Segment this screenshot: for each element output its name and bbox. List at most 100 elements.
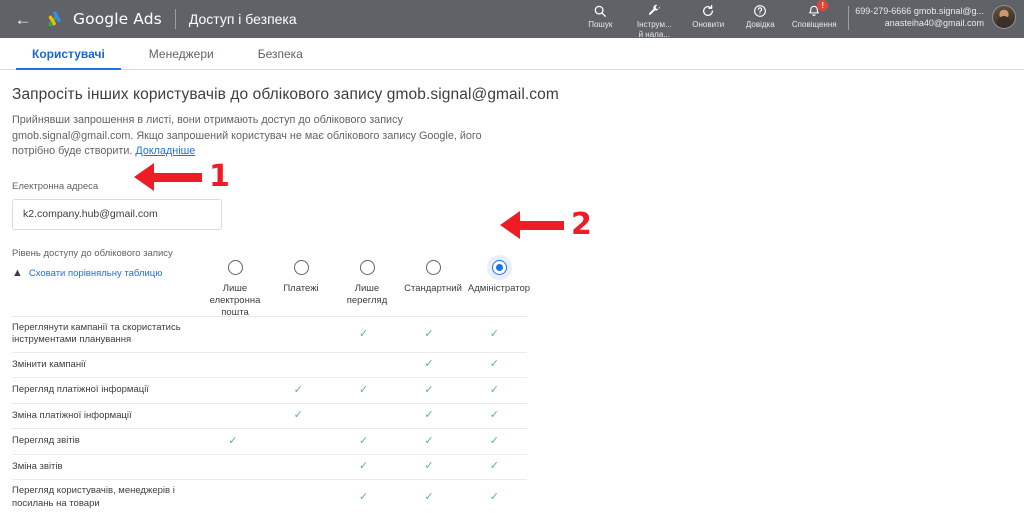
table-row: Змінити кампанії ✓ ✓: [12, 351, 527, 378]
table-cell-check-icon: ✓: [489, 358, 499, 371]
account-line-1: 699-279-6666 gmob.signal@g...: [855, 6, 984, 16]
tab-users-label: Користувачі: [32, 46, 105, 61]
email-input-wrapper: [12, 198, 222, 230]
table-cell-check-icon: ✓: [489, 460, 499, 473]
table-cell-check-icon: ✓: [489, 409, 499, 422]
table-cell-check-icon: ✓: [228, 434, 238, 447]
email-input[interactable]: [12, 198, 222, 230]
radio-administrator-input[interactable]: [491, 259, 507, 275]
topbar-right-group: Пошук Інструм... й нала... Оновити Довід…: [574, 0, 1024, 39]
main-content: Запросіть інших користувачів до обліково…: [0, 70, 1024, 513]
topbar-separator: [848, 6, 850, 30]
radio-standard-input[interactable]: [425, 259, 441, 275]
notification-badge: !: [817, 0, 829, 11]
radio-administrator[interactable]: Адміністратор: [466, 254, 532, 319]
tab-bar: Користувачі Менеджери Безпека: [0, 38, 1024, 70]
search-icon: [593, 3, 607, 18]
access-level-radio-group: Лише електронна пошта Платежі Лише перег…: [202, 254, 532, 319]
radio-read-only[interactable]: Лише перегляд: [334, 259, 400, 319]
tab-managers[interactable]: Менеджери: [127, 38, 236, 69]
header-divider: [174, 9, 176, 29]
tools-settings-label: Інструм... й нала...: [636, 20, 672, 39]
tab-managers-label: Менеджери: [148, 46, 214, 61]
chevron-up-icon: ▲: [12, 266, 23, 279]
table-cell-check-icon: ✓: [489, 434, 499, 447]
wrench-icon: [647, 3, 661, 18]
search-button[interactable]: Пошук: [574, 0, 626, 30]
top-bar: ← Google Ads Доступ і безпека Пошук Інст…: [0, 0, 1024, 39]
table-cell-check-icon: ✓: [489, 491, 499, 503]
radio-email-only-label: Лише електронна пошта: [209, 282, 261, 318]
hide-comparison-table-toggle[interactable]: ▲ Сховати порівняльну таблицю: [12, 266, 163, 279]
table-row-feature: Перегляд користувачів, менеджерів і поси…: [12, 485, 175, 509]
email-field-label: Електронна адреса: [12, 180, 99, 192]
notifications-label: Сповіщення: [791, 20, 837, 29]
access-level-section: Рівень доступу до облікового запису ▲ Сх…: [12, 247, 1024, 318]
table-row-feature: Перегляд звітів: [12, 435, 80, 446]
tools-settings-button[interactable]: Інструм... й нала...: [626, 0, 682, 39]
brand-title: Google Ads: [73, 10, 162, 28]
refresh-label: Оновити: [692, 20, 725, 29]
table-cell-check-icon: ✓: [293, 409, 303, 422]
table-row: Зміна платіжної інформації ✓ ✓ ✓: [12, 402, 527, 429]
account-line-2: anasteiha40@gmail.com: [884, 18, 984, 28]
help-label: Довідка: [745, 20, 775, 29]
refresh-icon: [701, 3, 715, 18]
radio-standard[interactable]: Стандартний: [400, 259, 466, 319]
table-cell-check-icon: ✓: [424, 491, 434, 503]
table-cell-check-icon: ✓: [424, 358, 434, 371]
account-info[interactable]: 699-279-6666 gmob.signal@g... anasteiha4…: [855, 0, 984, 29]
back-arrow-icon[interactable]: ←: [14, 10, 32, 28]
table-cell-check-icon: ✓: [424, 460, 434, 473]
table-cell-check-icon: ✓: [424, 434, 434, 447]
help-icon: [753, 3, 767, 18]
radio-billing[interactable]: Платежі: [268, 259, 334, 319]
table-cell-check-icon: ✓: [489, 383, 499, 396]
table-row-feature: Змінити кампанії: [12, 358, 86, 370]
radio-standard-label: Стандартний: [404, 282, 462, 294]
table-row-feature: Зміна платіжної інформації: [12, 409, 132, 421]
table-row: Перегляд звітів ✓ ✓ ✓ ✓: [12, 428, 527, 454]
avatar[interactable]: [992, 5, 1016, 29]
tab-security-label: Безпека: [257, 46, 303, 61]
page-title: Доступ і безпека: [188, 11, 297, 27]
learn-more-link[interactable]: Докладніше: [135, 145, 195, 157]
invite-description: Прийнявши запрошення в листі, вони отрим…: [12, 113, 487, 160]
table-row-feature: Зміна звітів: [12, 460, 63, 472]
radio-read-only-input[interactable]: [359, 259, 375, 275]
topbar-left-group: ← Google Ads Доступ і безпека: [0, 9, 297, 29]
access-level-label: Рівень доступу до облікового запису: [12, 247, 173, 259]
table-row-feature: Переглянути кампанії та скористатись інс…: [12, 321, 181, 346]
table-row: Зміна звітів ✓ ✓ ✓: [12, 453, 527, 480]
table-cell-check-icon: ✓: [424, 383, 434, 396]
radio-email-only[interactable]: Лише електронна пошта: [202, 259, 268, 319]
table-cell-check-icon: ✓: [359, 327, 369, 340]
tab-security[interactable]: Безпека: [236, 38, 325, 69]
table-cell-check-icon: ✓: [424, 327, 434, 340]
tab-users[interactable]: Користувачі: [10, 38, 127, 70]
radio-billing-label: Платежі: [283, 282, 319, 294]
hide-comparison-table-label: Сховати порівняльну таблицю: [28, 267, 163, 279]
notifications-button[interactable]: ! Сповіщення: [786, 0, 842, 30]
table-cell-check-icon: ✓: [489, 327, 499, 340]
table-cell-check-icon: ✓: [359, 383, 369, 396]
table-cell-check-icon: ✓: [424, 409, 434, 422]
table-row: Перегляд користувачів, менеджерів і поси…: [12, 479, 527, 513]
radio-read-only-label: Лише перегляд: [346, 282, 388, 306]
radio-billing-input[interactable]: [293, 259, 309, 275]
radio-email-only-input[interactable]: [227, 259, 243, 275]
radio-administrator-label: Адміністратор: [467, 282, 531, 294]
search-label: Пошук: [588, 20, 613, 29]
comparison-table: Переглянути кампанії та скористатись інс…: [12, 315, 527, 513]
invite-description-text: Прийнявши запрошення в листі, вони отрим…: [12, 114, 482, 157]
table-cell-check-icon: ✓: [359, 434, 369, 447]
table-cell-check-icon: ✓: [359, 491, 369, 503]
table-cell-check-icon: ✓: [359, 460, 369, 473]
table-row-feature: Перегляд платіжної інформації: [12, 384, 149, 395]
help-button[interactable]: Довідка: [734, 0, 786, 30]
table-row: Переглянути кампанії та скористатись інс…: [12, 315, 527, 352]
invite-heading: Запросіть інших користувачів до обліково…: [12, 86, 559, 103]
google-ads-logo-icon: [46, 9, 66, 29]
table-row: Перегляд платіжної інформації ✓ ✓ ✓ ✓: [12, 377, 527, 403]
refresh-button[interactable]: Оновити: [682, 0, 734, 30]
